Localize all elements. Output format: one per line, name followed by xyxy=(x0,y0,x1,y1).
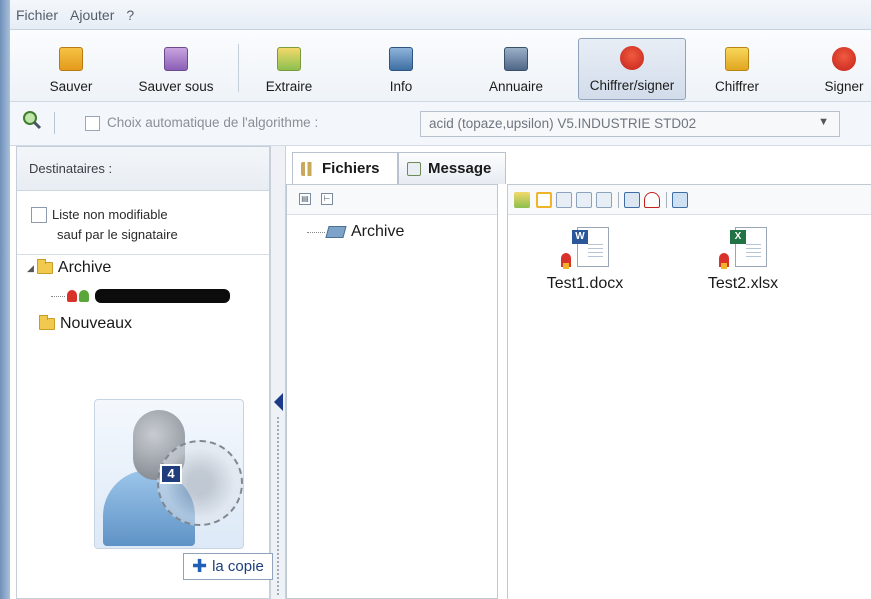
collapse-all-icon[interactable]: ⊢ xyxy=(321,193,333,205)
encrypt-sign-button[interactable]: Chiffrer/signer xyxy=(578,38,686,100)
info-button[interactable]: Info xyxy=(376,38,426,100)
view-details-icon[interactable] xyxy=(596,192,612,208)
user-icon xyxy=(79,290,89,302)
tab-message[interactable]: Message xyxy=(398,152,506,184)
window-frame-left xyxy=(0,0,10,599)
menu-bar: Fichier Ajouter ? xyxy=(10,0,871,30)
file-name: Test1.docx xyxy=(546,275,624,292)
file-icons: W xyxy=(561,221,609,269)
auto-algorithm-label: Choix automatique de l'algorithme : xyxy=(107,115,319,130)
message-edit-icon xyxy=(407,161,421,176)
lock-list-label-line2: sauf par le signataire xyxy=(57,227,178,242)
chevron-down-icon: ▼ xyxy=(818,116,829,128)
encrypt-button[interactable]: Chiffrer xyxy=(704,38,770,100)
floppy-disk-icon xyxy=(59,47,83,71)
lock-list-checkbox[interactable] xyxy=(31,207,47,223)
ribbon-icon xyxy=(832,47,856,71)
separator xyxy=(54,112,55,134)
view-list-icon[interactable] xyxy=(576,192,592,208)
extract-folder-icon[interactable] xyxy=(514,192,530,208)
main-toolbar: Sauver Sauver sous Extraire Info Annuair… xyxy=(10,30,871,102)
doc-lines xyxy=(746,244,761,260)
file-item-test2[interactable]: X Test2.xlsx xyxy=(688,221,798,293)
toolbar-separator xyxy=(238,44,239,92)
save-button[interactable]: Sauver xyxy=(40,38,102,100)
save-as-button[interactable]: Sauver sous xyxy=(128,38,224,100)
drag-copy-label: la copie xyxy=(212,558,264,575)
folder-node-archive-label: Archive xyxy=(351,223,405,240)
folder-icon xyxy=(39,315,55,330)
excel-badge: X xyxy=(730,230,746,244)
files-panel: W Test1.docx X Test2.xlsx xyxy=(507,184,871,599)
separator xyxy=(666,192,667,208)
signature-ribbon-icon xyxy=(561,253,571,269)
open-folder-icon xyxy=(325,226,347,238)
padlock-icon xyxy=(725,47,749,71)
folder-node-archive[interactable]: Archive xyxy=(307,223,404,241)
sign-button[interactable]: Signer xyxy=(818,38,870,100)
lock-list-row: Liste non modifiable sauf par le signata… xyxy=(17,191,269,255)
menu-ajouter[interactable]: Ajouter xyxy=(70,7,114,23)
tree-line xyxy=(51,295,65,297)
tree-item-archive[interactable]: ◢ Archive xyxy=(27,259,111,277)
redacted-name xyxy=(95,289,230,303)
file-name: Test2.xlsx xyxy=(707,275,779,292)
drag-count-badge: 4 xyxy=(160,464,182,484)
algorithm-select-value: acid (topaze,upsilon) V5.INDUSTRIE STD02 xyxy=(429,116,697,131)
sort-icon[interactable] xyxy=(624,192,640,208)
splitter-grip[interactable] xyxy=(276,416,281,596)
file-icons: X xyxy=(719,221,767,269)
info-icon xyxy=(389,47,413,71)
drag-copy-tooltip: ✚ la copie xyxy=(183,553,273,580)
files-icon xyxy=(301,161,315,176)
content-tabs: Fichiers Message xyxy=(286,146,871,184)
tree-item-archive-label: Archive xyxy=(57,259,112,276)
tree-item-nouveaux-label: Nouveaux xyxy=(60,315,133,332)
folder-icon xyxy=(36,259,53,274)
ribbon-lock-icon xyxy=(620,46,644,70)
directory-icon xyxy=(504,47,528,71)
signature-ribbon-icon xyxy=(719,253,729,269)
directory-button[interactable]: Annuaire xyxy=(480,38,552,100)
separator xyxy=(618,192,619,208)
zoom-icon[interactable] xyxy=(22,110,42,130)
drag-preview: 4 xyxy=(94,399,244,549)
lock-list-label-line1: Liste non modifiable xyxy=(52,207,168,222)
menu-fichier[interactable]: Fichier xyxy=(16,7,58,23)
gauge-icon[interactable] xyxy=(644,192,660,208)
menu-help[interactable]: ? xyxy=(126,7,134,23)
view-large-icons-icon[interactable] xyxy=(536,192,552,208)
recipient-entry[interactable] xyxy=(51,289,230,303)
tree-item-nouveaux[interactable]: Nouveaux xyxy=(39,315,132,333)
expand-all-icon[interactable]: ▤ xyxy=(299,193,311,205)
file-item-test1[interactable]: W Test1.docx xyxy=(530,221,640,293)
floppy-disk-question-icon xyxy=(164,47,188,71)
folder-tree-panel: ▤ ⊢ Archive xyxy=(286,184,498,599)
tree-line xyxy=(307,231,325,233)
word-badge: W xyxy=(572,230,588,244)
signer-ribbon-icon xyxy=(67,290,77,302)
files-toolbar xyxy=(508,185,871,215)
extract-button[interactable]: Extraire xyxy=(256,38,322,100)
auto-algorithm-checkbox[interactable] xyxy=(85,116,100,131)
view-small-icons-icon[interactable] xyxy=(556,192,572,208)
plus-icon: ✚ xyxy=(192,556,208,576)
tab-fichiers[interactable]: Fichiers xyxy=(292,152,398,184)
word-document-icon: W xyxy=(572,227,609,267)
preview-icon[interactable] xyxy=(672,192,688,208)
doc-lines xyxy=(588,244,603,260)
collapse-arrow-icon[interactable] xyxy=(274,393,283,411)
folder-tree-toolbar: ▤ ⊢ xyxy=(287,185,497,215)
algorithm-select[interactable]: acid (topaze,upsilon) V5.INDUSTRIE STD02… xyxy=(420,111,840,137)
panel-splitter[interactable] xyxy=(270,146,286,599)
recipients-header: Destinataires : xyxy=(17,147,269,191)
expand-arrow-icon[interactable]: ◢ xyxy=(27,263,34,274)
algorithm-bar: Choix automatique de l'algorithme : acid… xyxy=(10,102,871,146)
excel-document-icon: X xyxy=(730,227,767,267)
extract-folder-icon xyxy=(277,47,301,71)
